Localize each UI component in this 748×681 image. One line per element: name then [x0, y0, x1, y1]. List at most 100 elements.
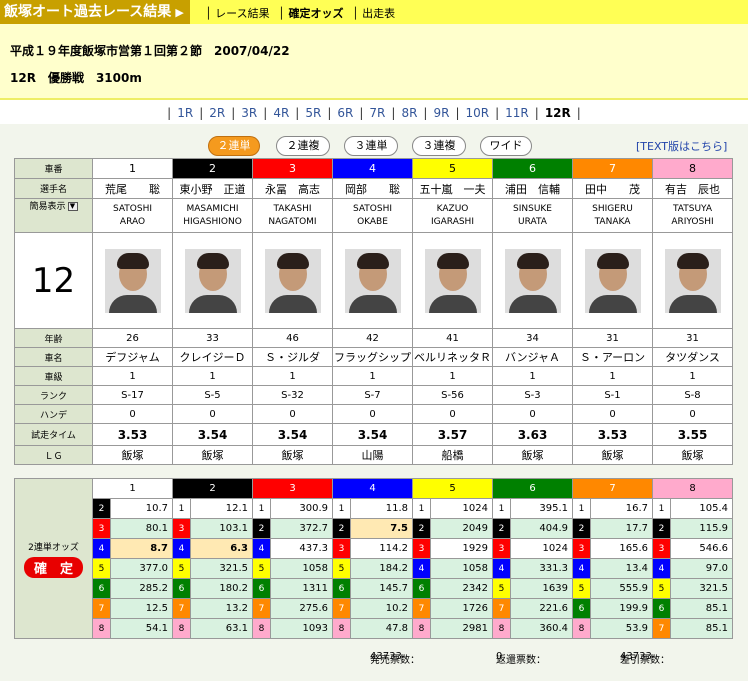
tab-quinella[interactable]: ２連複 [276, 136, 330, 156]
rider-photo-cell [332, 232, 413, 329]
rider-lg: 飯塚 [572, 445, 653, 465]
odds-value: 97.0 [670, 558, 733, 579]
romaji-last: TANAKA [594, 216, 631, 227]
label-handicap: ハンデ [14, 404, 93, 424]
nav-entry-list[interactable]: │ 出走表 [352, 5, 395, 21]
odds-value: 12.5 [110, 598, 173, 619]
race-link-1[interactable]: 1R [177, 106, 193, 120]
rider-trial-time: 3.54 [332, 423, 413, 446]
rider-lg: 船橋 [412, 445, 493, 465]
second-place-number: 3 [92, 518, 111, 539]
rider-rank: S-56 [412, 385, 493, 405]
rider-photo-cell [572, 232, 653, 329]
tab-exacta[interactable]: ２連単 [208, 136, 260, 156]
race-link-12[interactable]: 12R [545, 106, 571, 120]
race-nav-separator: | [576, 106, 581, 120]
rider-trial-time: 3.57 [412, 423, 493, 446]
rider-rank: S-32 [252, 385, 333, 405]
second-place-number: 7 [492, 598, 511, 619]
odds-value: 11.8 [350, 498, 413, 519]
odds-value: 300.9 [270, 498, 333, 519]
odds-value: 10.2 [350, 598, 413, 619]
romaji-first: TAKASHI [273, 203, 312, 214]
race-link-8[interactable]: 8R [401, 106, 417, 120]
rider-class: 1 [92, 366, 173, 386]
odds-value: 2981 [430, 618, 493, 639]
odds-column-head: 4 [332, 478, 413, 499]
odds-column-head: 3 [252, 478, 333, 499]
race-link-4[interactable]: 4R [273, 106, 289, 120]
odds-value: 555.9 [590, 578, 653, 599]
odds-value: 1639 [510, 578, 573, 599]
race-number-display: 12 [14, 232, 93, 329]
rider-age: 42 [332, 328, 413, 348]
odds-value: 145.7 [350, 578, 413, 599]
text-version-link[interactable]: [TEXT版はこちら] [636, 138, 727, 154]
race-link-3[interactable]: 3R [241, 106, 257, 120]
label-rank: ランク [14, 385, 93, 405]
rider-photo [584, 248, 641, 313]
second-place-number: 4 [572, 558, 591, 579]
label-rider: 選手名 [14, 178, 93, 199]
odds-value: 17.7 [590, 518, 653, 539]
second-place-number: 2 [332, 518, 351, 539]
simple-view-select[interactable]: 簡易表示 ▼ [14, 198, 93, 233]
rider-photo [104, 248, 161, 313]
odds-value: 546.6 [670, 538, 733, 559]
rider-class: 1 [332, 366, 413, 386]
romaji-last: NAGATOMI [268, 216, 317, 227]
table-row: 年齢 26 33 46 42 41 34 31 31 [14, 328, 733, 348]
rider-handicap: 0 [572, 404, 653, 424]
odds-value: 103.1 [190, 518, 253, 539]
second-place-number: 4 [172, 538, 191, 559]
odds-value: 331.3 [510, 558, 573, 579]
second-place-number: 6 [92, 578, 111, 599]
race-link-10[interactable]: 10R [466, 106, 490, 120]
rider-photo-cell [412, 232, 493, 329]
rider-lg: 山陽 [332, 445, 413, 465]
race-link-9[interactable]: 9R [433, 106, 449, 120]
odds-column-head: 8 [652, 478, 733, 499]
tab-trifecta[interactable]: ３連単 [344, 136, 398, 156]
rider-trial-time: 3.53 [92, 423, 173, 446]
tab-wide[interactable]: ワイド [480, 136, 532, 156]
rider-trial-time: 3.53 [572, 423, 653, 446]
race-nav-separator: | [231, 106, 236, 120]
second-place-number: 1 [172, 498, 191, 519]
odds-value: 1311 [270, 578, 333, 599]
table-row: 車番 1 2 3 4 5 6 7 8 [14, 158, 733, 179]
second-place-number: 6 [652, 598, 671, 619]
odds-value: 404.9 [510, 518, 573, 539]
second-place-number: 6 [172, 578, 191, 599]
race-link-5[interactable]: 5R [305, 106, 321, 120]
second-place-number: 8 [572, 618, 591, 639]
rider-photo [424, 248, 481, 313]
rider-age: 31 [652, 328, 733, 348]
second-place-number: 4 [652, 558, 671, 579]
race-link-2[interactable]: 2R [209, 106, 225, 120]
tab-trio[interactable]: ３連複 [412, 136, 466, 156]
race-link-7[interactable]: 7R [369, 106, 385, 120]
arrow-right-icon: ▶ [175, 6, 184, 19]
rider-romaji: SATOSHI OKABE [332, 198, 413, 233]
rider-bike: フラッグシップ [332, 347, 413, 367]
odds-value: 321.5 [670, 578, 733, 599]
odds-value: 63.1 [190, 618, 253, 639]
table-row: 8 54.1 8 63.1 8 1093 8 47.8 8 2981 8 360.4 8 53.9 7 85.… [15, 618, 733, 639]
race-link-11[interactable]: 11R [505, 106, 529, 120]
nav-race-results[interactable]: │ レース結果 [205, 5, 270, 21]
race-nav-separator: | [495, 106, 500, 120]
rider-name: 東小野 正道 [172, 178, 253, 199]
site-title[interactable]: 飯塚オート過去レース結果 ▶ [0, 0, 190, 24]
car-number: 6 [492, 158, 573, 179]
rider-rank: S-3 [492, 385, 573, 405]
race-nav-separator: | [167, 106, 172, 120]
rider-photo-cell [172, 232, 253, 329]
race-nav-separator: | [327, 106, 332, 120]
rider-handicap: 0 [92, 404, 173, 424]
rider-lg: 飯塚 [252, 445, 333, 465]
label-age: 年齢 [14, 328, 93, 348]
second-place-number: 8 [172, 618, 191, 639]
nav-confirmed-odds[interactable]: │ 確定オッズ [278, 5, 343, 21]
race-link-6[interactable]: 6R [337, 106, 353, 120]
